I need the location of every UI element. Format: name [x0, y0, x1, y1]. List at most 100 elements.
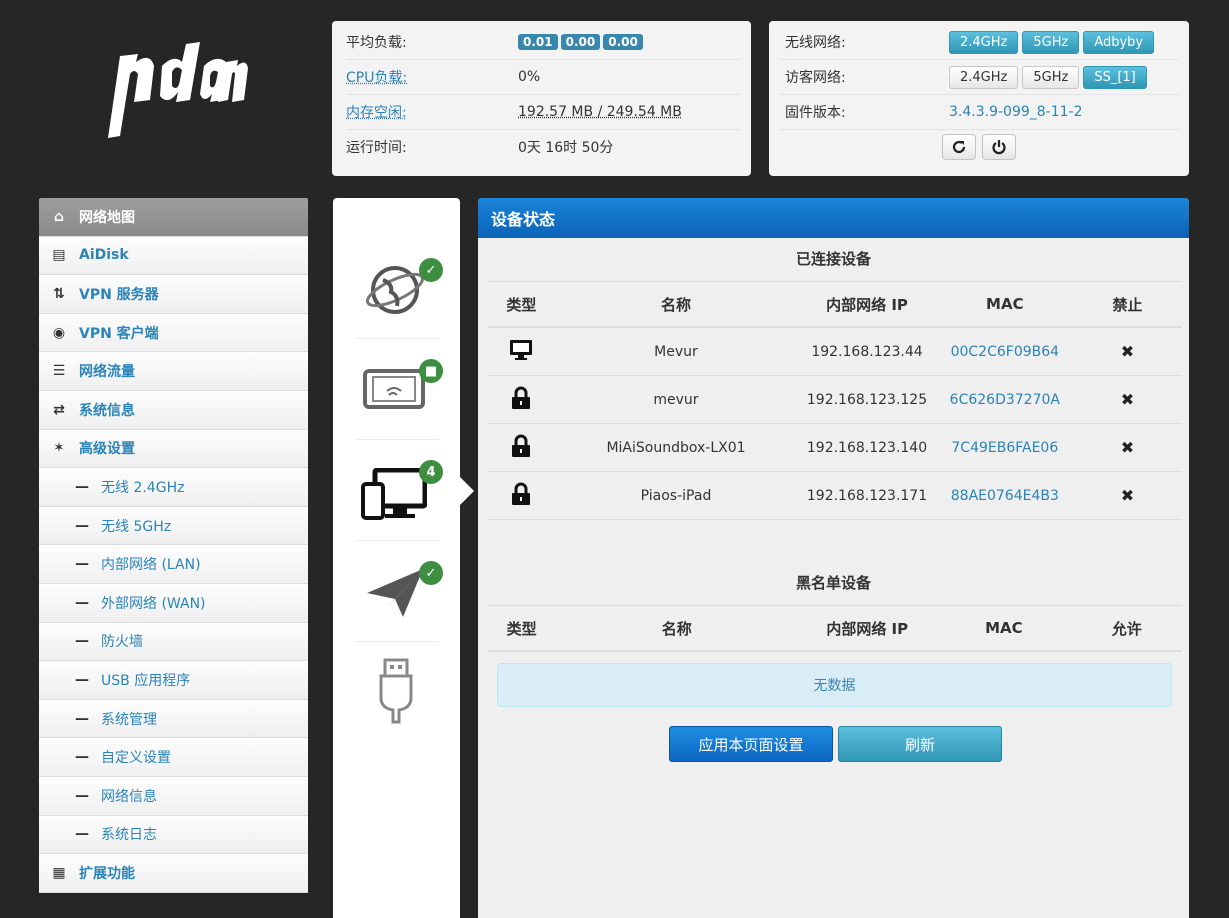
- sidebar-item-system-info[interactable]: ⇄ 系统信息: [39, 390, 308, 430]
- sidebar-item-label: 系统日志: [101, 827, 157, 844]
- sidebar-nav: ⌂ 网络地图 ▤ AiDisk ⇅ VPN 服务器 ◉ VPN 客户端 ☰ 网络…: [39, 198, 308, 918]
- cpu-value: 0%: [518, 69, 541, 85]
- sidebar-item-net-info[interactable]: — 网络信息: [39, 776, 308, 816]
- sidebar-item-traffic[interactable]: ☰ 网络流量: [39, 352, 308, 391]
- dash-icon: —: [75, 556, 89, 573]
- random-icon: ⇄: [53, 401, 65, 418]
- table-row: mevur 192.168.123.125 6C626D37270A ✖: [488, 375, 1182, 424]
- col-mac: MAC: [936, 281, 1073, 328]
- uptime-row: 运行时间: 0天 16时 50分: [346, 130, 741, 164]
- retweet-icon: ⇅: [53, 285, 65, 302]
- sidebar-item-label: VPN 服务器: [79, 286, 159, 303]
- wireless-status-cell[interactable]: ■: [355, 339, 443, 440]
- device-ip: 192.168.123.125: [797, 375, 937, 424]
- devices-icon: [361, 468, 427, 520]
- dash-icon: —: [75, 633, 89, 650]
- adbyby-button[interactable]: Adbyby: [1083, 30, 1155, 54]
- guest-label: 访客网络:: [785, 70, 846, 86]
- sidebar-item-aidisk[interactable]: ▤ AiDisk: [39, 236, 308, 276]
- firmware-label: 固件版本:: [785, 105, 846, 121]
- table-row: Mevur 192.168.123.44 00C2C6F09B64 ✖: [488, 327, 1182, 376]
- dash-icon: —: [75, 710, 89, 727]
- device-mac-link[interactable]: 6C626D37270A: [936, 375, 1073, 424]
- dash-icon: —: [75, 517, 89, 534]
- device-mac-link[interactable]: 7C49EB6FAE06: [936, 423, 1073, 472]
- power-row: [779, 130, 1179, 164]
- sidebar-item-firewall[interactable]: — 防火墙: [39, 622, 308, 662]
- no-data-message: 无数据: [497, 663, 1172, 707]
- device-ip: 192.168.123.44: [797, 327, 937, 376]
- sidebar-item-label: 系统信息: [79, 402, 135, 419]
- cpu-row: CPU负载: 0%: [346, 60, 741, 95]
- sidebar-item-usb-apps[interactable]: — USB 应用程序: [39, 661, 308, 700]
- sidebar-item-admin[interactable]: — 系统管理: [39, 699, 308, 739]
- internet-status-cell[interactable]: ✓: [355, 238, 443, 339]
- sidebar-item-extensions[interactable]: ▦ 扩展功能: [39, 854, 308, 893]
- desktop-icon: [488, 327, 555, 376]
- sidebar-item-label: 无线 5GHz: [101, 518, 172, 535]
- block-button[interactable]: ✖: [1072, 423, 1182, 472]
- sidebar-item-syslog[interactable]: — 系统日志: [39, 815, 308, 855]
- sidebar-item-vpn-client[interactable]: ◉ VPN 客户端: [39, 313, 308, 353]
- block-button[interactable]: ✖: [1072, 327, 1182, 376]
- sidebar-item-label: 防火墙: [101, 634, 143, 651]
- sidebar-item-label: 系统管理: [101, 711, 157, 728]
- col-block: 禁止: [1072, 281, 1182, 328]
- sidebar-item-label: 网络流量: [79, 364, 135, 381]
- home-icon: ⌂: [53, 208, 65, 225]
- usb-status-cell[interactable]: [355, 642, 439, 742]
- internet-globe-icon: [365, 266, 425, 314]
- device-mac-link[interactable]: 00C2C6F09B64: [936, 327, 1073, 376]
- refresh-button[interactable]: 刷新: [838, 726, 1002, 762]
- refresh-icon: [952, 140, 966, 154]
- ss-button[interactable]: SS_[1]: [1083, 65, 1147, 89]
- reboot-button[interactable]: [942, 134, 976, 160]
- device-mac-link[interactable]: 88AE0764E4B3: [936, 471, 1073, 520]
- load-badge: 0.00: [603, 34, 643, 50]
- device-ip: 192.168.123.171: [797, 471, 937, 520]
- memory-value: 192.57 MB / 249.54 MB: [518, 104, 682, 120]
- sidebar-item-wan[interactable]: — 外部网络 (WAN): [39, 583, 308, 623]
- sidebar-item-label: 外部网络 (WAN): [101, 595, 206, 612]
- memory-label-link[interactable]: 内存空闲:: [346, 102, 518, 122]
- tablet-wifi-icon: [363, 369, 425, 409]
- table-row: Piaos-iPad 192.168.123.171 88AE0764E4B3 …: [488, 471, 1182, 520]
- memory-row: 内存空闲: 192.57 MB / 249.54 MB: [346, 95, 741, 130]
- clients-status-cell[interactable]: 4: [355, 440, 443, 541]
- blacklist-table: 类型 名称 内部网络 IP MAC 允许: [488, 605, 1182, 652]
- guest-5ghz-button[interactable]: 5GHz: [1022, 65, 1080, 89]
- block-button[interactable]: ✖: [1072, 375, 1182, 424]
- dash-icon: —: [75, 671, 89, 688]
- check-icon: ✓: [419, 258, 443, 282]
- apply-settings-button[interactable]: 应用本页面设置: [669, 726, 833, 762]
- lock-icon: [488, 471, 555, 520]
- sidebar-item-wireless-5[interactable]: — 无线 5GHz: [39, 506, 308, 546]
- close-icon: ✖: [1120, 486, 1135, 505]
- firmware-version-link[interactable]: 3.4.3.9-099_8-11-2: [949, 104, 1083, 120]
- guest-row: 访客网络: 2.4GHz 5GHz SS_[1]: [779, 60, 1179, 95]
- col-mac: MAC: [936, 605, 1072, 652]
- block-button[interactable]: ✖: [1072, 471, 1182, 520]
- sidebar-item-lan[interactable]: — 内部网络 (LAN): [39, 545, 308, 584]
- close-icon: ✖: [1120, 390, 1135, 409]
- sidebar-item-wireless-24[interactable]: — 无线 2.4GHz: [39, 468, 308, 507]
- sidebar-item-network-map[interactable]: ⌂ 网络地图: [39, 198, 308, 237]
- shutdown-button[interactable]: [982, 134, 1016, 160]
- wifi-24ghz-button[interactable]: 2.4GHz: [949, 30, 1019, 54]
- connected-title: 已连接设备: [795, 250, 871, 268]
- sidebar-item-label: VPN 客户端: [79, 325, 159, 342]
- client-count-badge: 4: [419, 460, 443, 484]
- guest-24ghz-button[interactable]: 2.4GHz: [949, 65, 1019, 89]
- connected-devices-table: 类型 名称 内部网络 IP MAC 禁止 Mevur 192.168.123.4…: [488, 281, 1182, 520]
- wifi-5ghz-button[interactable]: 5GHz: [1022, 30, 1080, 54]
- cpu-label-link[interactable]: CPU负载:: [346, 67, 518, 87]
- sidebar-item-advanced[interactable]: ✶ 高级设置: [39, 429, 308, 469]
- table-row: MiAiSoundbox-LX01 192.168.123.140 7C49EB…: [488, 423, 1182, 472]
- sidebar-item-label: USB 应用程序: [101, 672, 191, 689]
- hdd-icon: ▤: [52, 247, 66, 264]
- close-icon: ✖: [1120, 438, 1135, 457]
- sidebar-item-custom[interactable]: — 自定义设置: [39, 738, 308, 777]
- vpn-status-cell[interactable]: ✓: [355, 541, 443, 642]
- sidebar-item-vpn-server[interactable]: ⇅ VPN 服务器: [39, 275, 308, 314]
- sidebar-item-label: 内部网络 (LAN): [101, 557, 201, 574]
